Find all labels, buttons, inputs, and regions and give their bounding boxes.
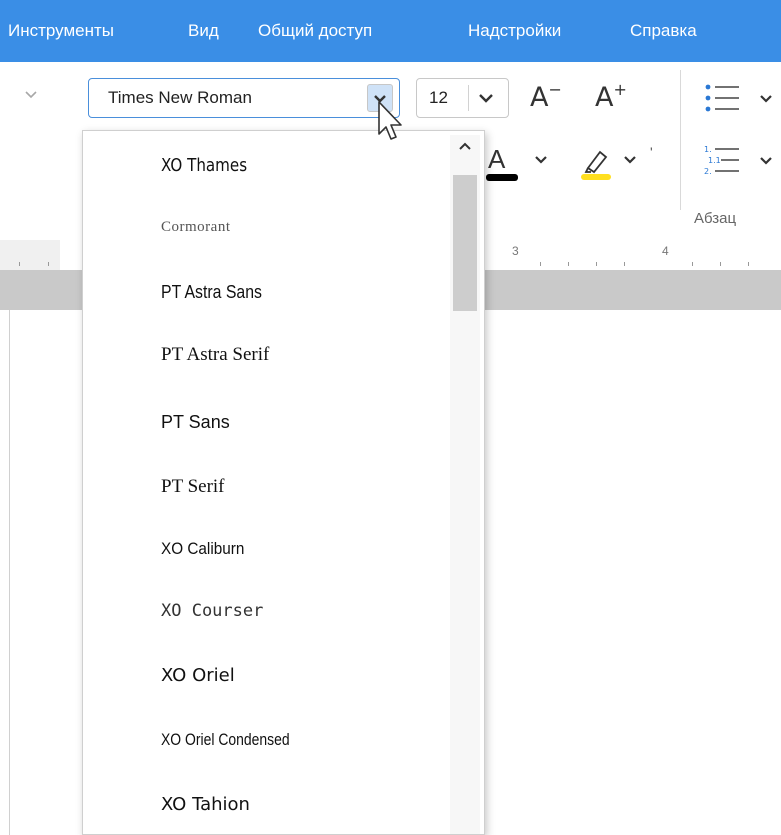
page-edge — [9, 310, 10, 835]
font-option-label: PT Sans — [161, 412, 230, 432]
font-option-label: XO Thames — [161, 155, 248, 176]
font-color-chevron-icon[interactable] — [533, 153, 549, 172]
font-option[interactable]: PT Astra Sans — [83, 264, 443, 324]
menu-item-sharing[interactable]: Общий доступ — [258, 20, 372, 42]
menu-item-tools[interactable]: Инструменты — [8, 20, 114, 42]
paragraph-group-label: Абзац — [694, 210, 737, 227]
chevron-down-icon[interactable] — [24, 88, 38, 103]
ruler-tick — [540, 262, 541, 266]
decrease-font-size-button[interactable]: A− — [530, 80, 562, 113]
ruler-tick — [748, 262, 749, 266]
dropdown-scrollbar[interactable] — [450, 135, 480, 834]
ruler-tick — [720, 262, 721, 266]
increase-font-letter: A — [595, 82, 614, 113]
font-option-label: XO Caliburn — [161, 539, 245, 558]
multilevel-list-chevron-icon[interactable] — [758, 154, 774, 173]
divider — [468, 85, 469, 111]
ruler-tick — [48, 262, 49, 266]
bulleted-list-button[interactable] — [703, 80, 743, 121]
increase-font-mark: + — [613, 80, 627, 99]
bulleted-list-chevron-icon[interactable] — [758, 92, 774, 111]
font-option[interactable]: XO Oriel — [83, 647, 443, 707]
font-option-label: PT Astra Sans — [161, 282, 262, 302]
highlight-chevron-icon[interactable] — [622, 153, 638, 172]
font-option-label: XO Oriel Condensed — [161, 730, 290, 749]
font-option-label: PT Serif — [161, 476, 225, 497]
font-option[interactable]: PT Astra Serif — [83, 326, 443, 386]
multilevel-list-button[interactable]: 1. 1.1 2. — [703, 142, 743, 183]
multilevel-list-icon: 1. 1.1 2. — [704, 145, 739, 176]
highlight-button[interactable] — [580, 142, 614, 187]
font-option-label: PT Astra Serif — [161, 344, 270, 365]
svg-text:1.: 1. — [704, 145, 712, 154]
font-size-select[interactable]: 12 — [416, 78, 509, 118]
font-option[interactable]: Cormorant — [83, 201, 443, 261]
highlighter-icon — [581, 150, 611, 180]
menu-item-view[interactable]: Вид — [188, 20, 219, 42]
svg-text:2.: 2. — [704, 167, 712, 176]
group-separator — [680, 70, 681, 210]
font-color-swatch — [486, 174, 518, 181]
font-option[interactable]: PT Serif — [83, 458, 443, 518]
mouse-pointer-icon — [378, 101, 402, 140]
font-family-value: Times New Roman — [108, 88, 252, 107]
font-size-value: 12 — [429, 88, 448, 107]
chevron-down-icon[interactable] — [475, 87, 497, 114]
scrollbar-thumb[interactable] — [453, 175, 477, 311]
font-option[interactable]: XO Caliburn — [83, 521, 443, 581]
menu-item-help[interactable]: Справка — [630, 20, 697, 42]
ruler-tick — [19, 262, 20, 266]
font-option-label: XO Oriel — [161, 665, 235, 686]
menu-item-addons[interactable]: Надстройки — [468, 20, 561, 42]
font-color-letter: A — [488, 144, 506, 174]
font-option[interactable]: XO Oriel Condensed — [83, 712, 443, 772]
font-option[interactable]: XO Tahion — [83, 776, 443, 834]
font-option-label: XO Courser — [161, 601, 264, 621]
font-option-label: XO Tahion — [161, 794, 250, 815]
bulleted-list-icon — [705, 84, 739, 112]
decrease-font-letter: A — [530, 82, 549, 113]
font-option-label: Cormorant — [161, 219, 231, 235]
ruler-mark: 3 — [512, 244, 519, 258]
svg-text:1.1: 1.1 — [708, 156, 721, 165]
more-indicator: ' — [650, 144, 653, 160]
font-option[interactable]: PT Sans — [83, 394, 443, 454]
ruler-mark: 4 — [662, 244, 669, 258]
ruler-tick — [568, 262, 569, 266]
decrease-font-mark: − — [548, 80, 562, 99]
menu-bar: Инструменты Вид Общий доступ Надстройки … — [0, 0, 781, 62]
font-family-select[interactable]: Times New Roman — [88, 78, 400, 118]
ruler-tick — [692, 262, 693, 266]
font-option[interactable]: XO Courser — [83, 583, 443, 643]
ruler-tick — [596, 262, 597, 266]
font-family-dropdown: XO Thames Cormorant PT Astra Sans PT Ast… — [82, 130, 485, 835]
scroll-up-icon[interactable] — [458, 139, 472, 155]
ruler-tick — [624, 262, 625, 266]
increase-font-size-button[interactable]: A+ — [595, 80, 627, 113]
